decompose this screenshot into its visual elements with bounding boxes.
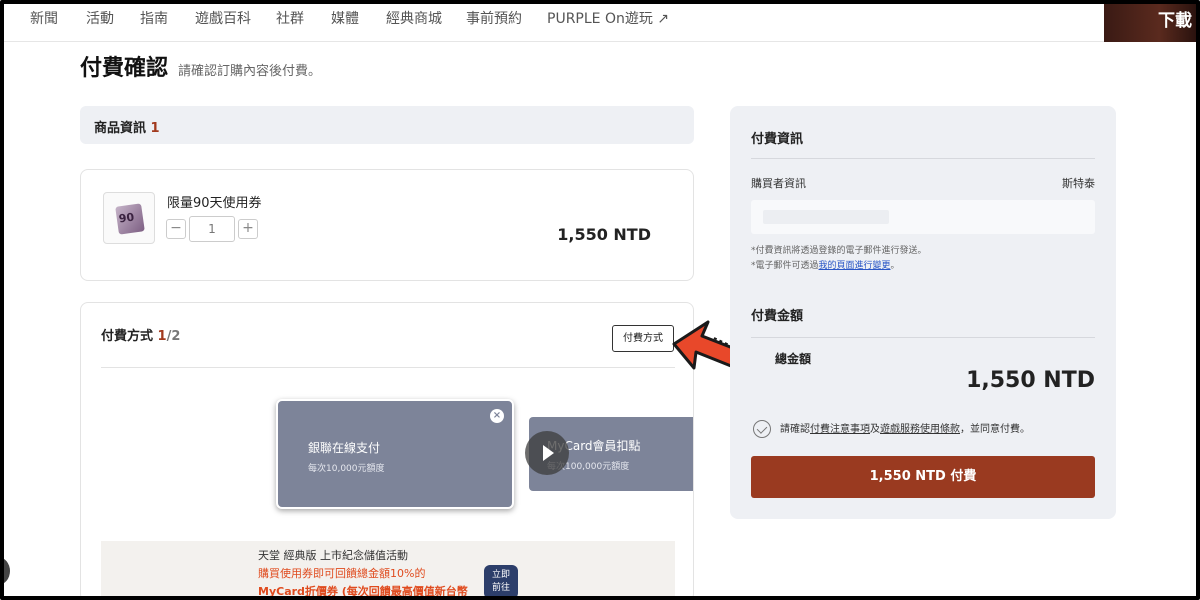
divider — [751, 158, 1095, 159]
quantity-decrease-button[interactable]: − — [166, 219, 186, 239]
product-card: 90 限量90天使用券 − 1 + 1,550 NTD — [80, 169, 694, 281]
product-name: 限量90天使用券 — [167, 196, 262, 211]
payment-step-total: /2 — [166, 329, 181, 344]
nav-item-community[interactable]: 社群 — [276, 8, 304, 28]
promo-line-3: MyCard折價券 (每次回饋最高價值新台幣 — [258, 585, 468, 598]
product-section-label: 商品資訊 — [94, 121, 147, 136]
payment-method-button[interactable]: 付費方式 — [612, 325, 674, 352]
email-change-note: *電子郵件可透過我的頁面進行變更。 — [751, 258, 900, 271]
quantity-input[interactable]: 1 — [189, 216, 235, 242]
download-banner[interactable]: 下載 — [1104, 4, 1196, 42]
nav-item-preregister[interactable]: 事前預約 — [466, 8, 522, 28]
nav-item-purple[interactable]: PURPLE On遊玩 ↗ — [547, 8, 669, 28]
payment-section-label: 付費方式 — [101, 329, 154, 344]
nav-item-news[interactable]: 新聞 — [30, 8, 58, 28]
email-note: *付費資訊將透過登錄的電子郵件進行發送。 — [751, 246, 927, 256]
payment-step-current: 1 — [157, 329, 167, 344]
nav-item-wiki[interactable]: 遊戲百科 — [195, 8, 251, 28]
product-section-header: 商品資訊 1 — [80, 106, 694, 144]
buyer-info-label: 購買者資訊 — [751, 177, 806, 190]
buyer-name: 斯特泰 — [1062, 177, 1095, 190]
promo-go-label: 立即 前往 — [491, 570, 510, 593]
payment-method-card: 付費方式 1/2 付費方式 銀聯在線支付 每次10,000元額度 × MyCar… — [80, 302, 694, 600]
page-subtitle: 請確認訂購內容後付費。 — [178, 64, 322, 79]
pay-button[interactable]: 1,550 NTD 付費 — [751, 456, 1095, 498]
nav-item-events[interactable]: 活動 — [86, 8, 114, 28]
page-title: 付費確認 — [80, 56, 169, 81]
payment-option-limit: 每次10,000元額度 — [308, 464, 385, 474]
buyer-email-field — [751, 200, 1095, 234]
divider — [751, 337, 1095, 338]
promo-title: 天堂 經典版 上市紀念儲值活動 — [258, 549, 408, 562]
payment-notice-link[interactable]: 付費注意事項 — [810, 424, 870, 435]
quantity-increase-button[interactable]: + — [238, 219, 258, 239]
total-amount: 1,550 NTD — [966, 368, 1095, 393]
nav-item-shop[interactable]: 經典商城 — [386, 8, 442, 28]
product-price: 1,550 NTD — [557, 225, 651, 244]
payment-amount-heading: 付費金額 — [751, 309, 804, 324]
carousel-next-icon[interactable] — [525, 431, 569, 475]
payment-option-unionpay[interactable]: 銀聯在線支付 每次10,000元額度 × — [276, 399, 514, 509]
my-page-link[interactable]: 我的頁面進行變更 — [819, 261, 891, 271]
terms-of-service-link[interactable]: 遊戲服務使用條款 — [880, 424, 960, 435]
nav-item-media[interactable]: 媒體 — [331, 8, 359, 28]
ticket-icon-text: 90 — [117, 210, 135, 226]
agree-text: 請確認付費注意事項及遊戲服務使用條款，並同意付費。 — [780, 420, 1030, 435]
payment-info-panel: 付費資訊 購買者資訊 斯特泰 *付費資訊將透過登錄的電子郵件進行發送。 *電子郵… — [730, 106, 1116, 519]
ticket-icon: 90 — [115, 203, 145, 235]
promo-go-button[interactable]: 立即 前往 — [484, 565, 518, 599]
promo-banner[interactable]: 天堂 經典版 上市紀念儲值活動 購買使用券即可回饋總金額10%的 MyCard折… — [101, 541, 675, 600]
agree-prefix: 請確認 — [780, 424, 810, 435]
product-thumbnail: 90 — [103, 192, 155, 244]
close-icon[interactable]: × — [490, 409, 504, 423]
email-change-note-suffix: 。 — [890, 261, 900, 271]
product-count: 1 — [150, 121, 160, 136]
nav-item-guide[interactable]: 指南 — [140, 8, 168, 28]
promo-line-2: 購買使用券即可回饋總金額10%的 — [258, 567, 426, 580]
divider — [101, 367, 675, 368]
total-label: 總金額 — [775, 352, 812, 366]
agree-checkbox[interactable] — [753, 420, 771, 438]
top-navigation: 新聞 活動 指南 遊戲百科 社群 媒體 經典商城 事前預約 PURPLE On遊… — [4, 4, 1196, 42]
payment-option-name: 銀聯在線支付 — [308, 441, 381, 455]
payment-info-heading: 付費資訊 — [751, 132, 804, 147]
agree-mid: 及 — [870, 424, 880, 435]
download-banner-text: 下載 — [1158, 11, 1192, 31]
scroll-handle[interactable] — [0, 557, 10, 585]
email-change-note-prefix: *電子郵件可透過 — [751, 261, 819, 271]
redacted-email — [763, 210, 889, 224]
agree-suffix: ，並同意付費。 — [960, 424, 1030, 435]
